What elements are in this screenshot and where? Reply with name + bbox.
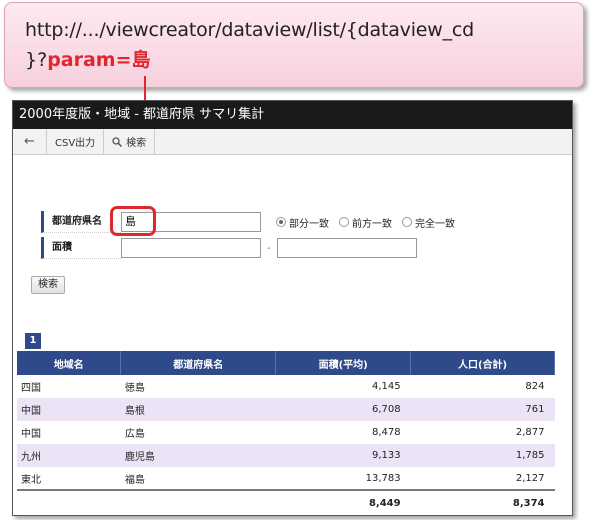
cell-area: 6,708 [275,398,411,421]
csv-export-label: CSV出力 [55,138,96,149]
cell-prefecture: 徳島 [124,383,145,394]
range-separator: - [267,242,271,254]
toolbar: ← CSV出力 検索 [13,128,572,155]
match-mode-group: 部分一致 前方一致 完全一致 [269,215,455,230]
match-partial-label: 部分一致 [289,218,329,230]
total-region [17,489,121,516]
total-prefecture [120,489,276,516]
cell-region: 中国 [17,398,121,421]
match-partial-radio[interactable] [276,217,286,227]
table-row: 中国 島根 6,708 761 [17,398,555,421]
header-prefecture[interactable]: 都道府県名 [120,351,277,375]
cell-population: 2,877 [515,427,545,438]
cell-population: 1,785 [410,444,555,467]
cell-area: 4,145 [371,381,401,392]
match-prefix-radio[interactable] [339,217,349,227]
table-row: 東北 福島 13,783 2,127 [17,467,555,490]
back-arrow-icon: ← [24,134,35,149]
toolbar-search-label: 検索 [126,138,147,149]
prefecture-row: 都道府県名 島 部分一致 前方一致 完全一致 [41,211,455,233]
dataview-window: 2000年度版・地域 - 都道府県 サマリ集計 ← CSV出力 検索 都道府県名… [12,100,573,516]
header-region[interactable]: 地域名 [17,351,122,375]
total-area: 8,449 [275,489,411,516]
totals-row: 8,449 8,374 [17,489,555,516]
area-label: 面積 [41,237,121,259]
window-title: 2000年度版・地域 - 都道府県 サマリ集計 [13,101,572,129]
cell-region: 九州 [17,444,121,467]
callout-url-param: param=島 [47,49,151,71]
csv-export-button[interactable]: CSV出力 [47,128,105,155]
search-icon [112,136,123,147]
cell-population: 761 [410,398,555,421]
back-button[interactable]: ← [13,128,47,155]
table-row: 四国 徳島 4,145 824 [17,375,555,398]
header-area-avg[interactable]: 面積(平均) [275,351,412,375]
prefecture-label: 都道府県名 [41,211,121,233]
cell-prefecture: 島根 [120,398,276,421]
callout-url-line2: }?param=島 [25,45,151,72]
callout-url-prefix: }? [25,49,48,71]
area-min-input[interactable] [121,238,261,258]
header-population-sum[interactable]: 人口(合計) [410,351,555,375]
url-callout: http://.../viewcreator/dataview/list/{da… [4,2,584,88]
cell-area: 13,783 [365,472,401,484]
cell-prefecture: 鹿児島 [120,444,276,467]
area-max-input[interactable] [276,238,417,258]
page-1-button[interactable]: 1 [25,333,41,349]
table-header-row: 地域名 都道府県名 面積(平均) 人口(合計) [17,351,555,375]
results-table: 地域名 都道府県名 面積(平均) 人口(合計) 四国 徳島 4,145 824 … [17,351,555,516]
total-population: 8,374 [410,489,555,516]
table-row: 九州 鹿児島 9,133 1,785 [17,444,555,467]
match-prefix-label: 前方一致 [352,218,392,230]
highlight-ring [110,206,156,236]
match-exact-radio[interactable] [402,217,412,227]
cell-region: 四国 [21,383,41,394]
cell-population: 824 [525,381,545,392]
toolbar-search-button[interactable]: 検索 [104,128,156,155]
cell-area: 9,133 [275,444,411,467]
cell-prefecture: 福島 [124,474,145,486]
match-exact-label: 完全一致 [415,218,455,230]
cell-prefecture: 広島 [124,429,145,440]
search-button[interactable]: 検索 [31,276,65,294]
table-row: 中国 広島 8,478 2,877 [17,421,555,444]
cell-population: 2,127 [515,472,545,484]
callout-url-line1: http://.../viewcreator/dataview/list/{da… [25,19,475,41]
area-row: 面積 - [41,237,417,259]
cell-region: 中国 [21,429,41,440]
cell-region: 東北 [21,474,41,486]
cell-area: 8,478 [371,427,401,438]
